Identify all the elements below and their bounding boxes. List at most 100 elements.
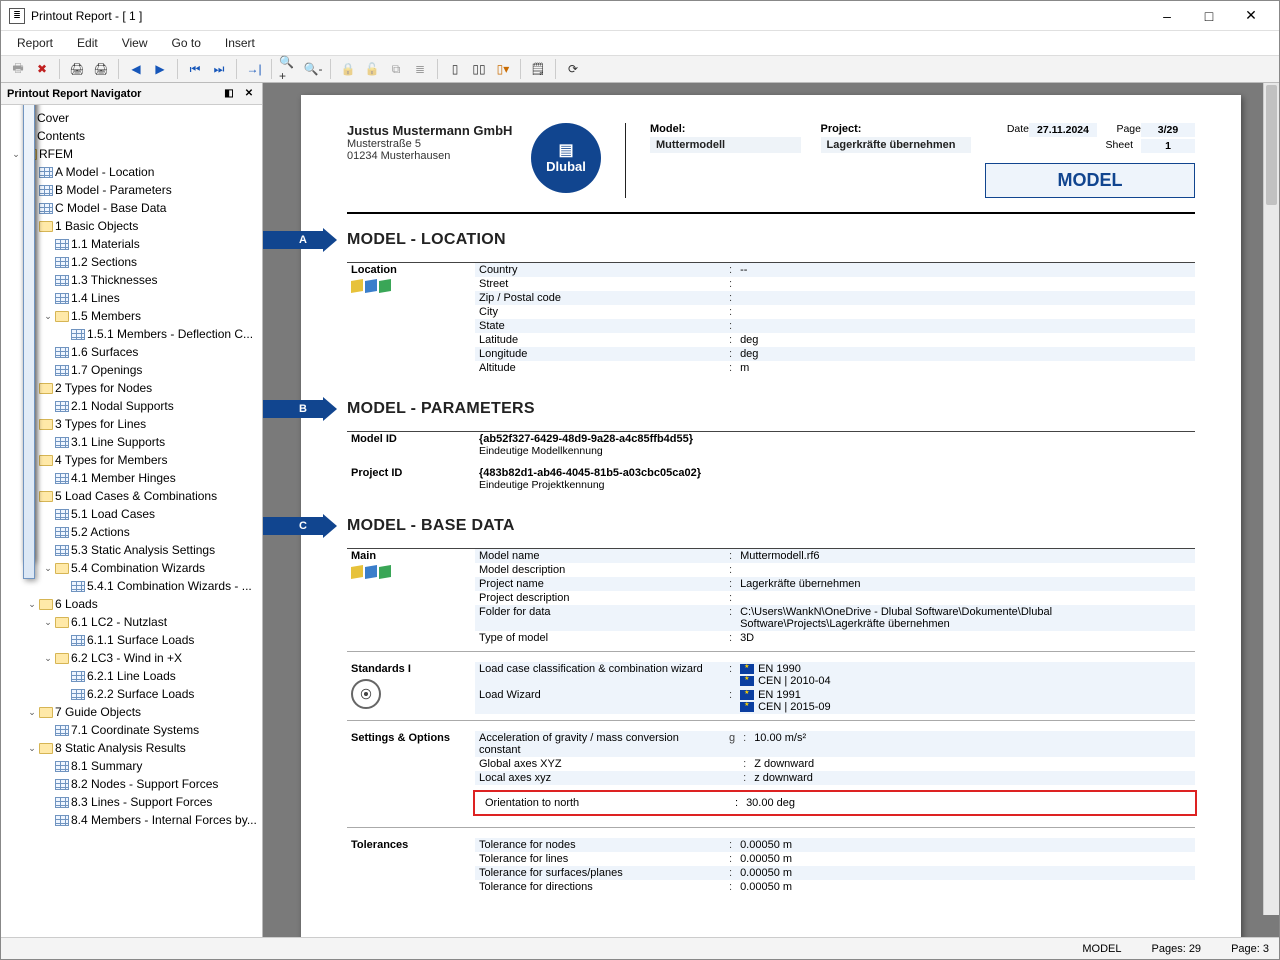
navigator-close-icon[interactable]: ✕ (242, 87, 256, 101)
unlock-icon[interactable]: 🔓 (361, 58, 383, 80)
sheet-label: Sheet (1089, 139, 1133, 153)
project-label: Project: (821, 123, 972, 135)
menu-insert[interactable]: Insert (215, 33, 265, 53)
menu-report[interactable]: Report (7, 33, 63, 53)
nav-first-icon[interactable]: ⏮ (184, 58, 206, 80)
tree-item[interactable]: ⌄5 Load Cases & Combinations (9, 487, 258, 505)
tree-item[interactable]: 1.1 Materials (9, 235, 258, 253)
maximize-button[interactable]: □ (1189, 3, 1229, 29)
tree-item[interactable]: 1.6 Surfaces (9, 343, 258, 361)
menu-goto[interactable]: Go to (162, 33, 211, 53)
tree-item[interactable]: 5.1 Load Cases (9, 505, 258, 523)
nav-prev-icon[interactable]: ◀ (125, 58, 147, 80)
tree-item[interactable]: ⌄5.4 Combination Wizards (9, 559, 258, 577)
tree-item[interactable]: Contents (9, 127, 258, 145)
tree-item[interactable]: 8.1 Summary (9, 757, 258, 775)
cubes-icon (351, 280, 471, 292)
tree-item[interactable]: 6.1.1 Surface Loads (9, 631, 258, 649)
section-a: A MODEL - LOCATION Location Country:-- S… (347, 228, 1195, 375)
tree-item[interactable]: ⌄7 Guide Objects (9, 703, 258, 721)
tree-item[interactable]: Cover (9, 109, 258, 127)
tree-item[interactable]: 8.2 Nodes - Support Forces (9, 775, 258, 793)
menu-view[interactable]: View (112, 33, 158, 53)
list-icon[interactable]: ≣ (409, 58, 431, 80)
print-all-icon[interactable]: 🖨 (90, 58, 112, 80)
printer-icon[interactable]: 🖨 (66, 58, 88, 80)
statusbar: MODEL Pages: 29 Page: 3 (1, 937, 1279, 959)
tree-item[interactable]: 4.1 Member Hinges (9, 469, 258, 487)
note-icon[interactable]: 🗒 (527, 58, 549, 80)
section-c-badge: C (263, 517, 323, 535)
dlubal-logo: ▤ Dlubal (531, 123, 601, 193)
section-a-badge: A (263, 231, 323, 249)
page-a-icon[interactable]: ▯ (444, 58, 466, 80)
tree-item[interactable]: 8.3 Lines - Support Forces (9, 793, 258, 811)
sheet-value: 1 (1141, 139, 1195, 153)
eu-flag-icon (740, 690, 754, 700)
eu-flag-icon (740, 664, 754, 674)
tree-item[interactable]: 5.4.1 Combination Wizards - ... (9, 577, 258, 595)
navigator-dock-icon[interactable]: ◧ (222, 87, 236, 101)
tree-item[interactable]: 1.3 Thicknesses (9, 271, 258, 289)
company-street: Musterstraße 5 (347, 138, 517, 150)
tree-item[interactable]: ⌄1 Basic Objects (9, 217, 258, 235)
menu-edit[interactable]: Edit (67, 33, 108, 53)
close-button[interactable]: ✕ (1231, 3, 1271, 29)
model-value: Muttermodell (650, 137, 801, 153)
section-b: B MODEL - PARAMETERS Model ID {ab52f327-… (347, 397, 1195, 492)
nav-last-icon[interactable]: ⏭ (208, 58, 230, 80)
tree-item[interactable]: 5.3 Static Analysis Settings (9, 541, 258, 559)
eu-flag-icon (740, 676, 754, 686)
page-color-icon[interactable]: ▯▾ (492, 58, 514, 80)
zoom-in-icon[interactable]: 🔍+ (278, 58, 300, 80)
section-c: C MODEL - BASE DATA Main Model name:Mutt… (347, 514, 1195, 894)
tree-item[interactable]: 6.2.2 Surface Loads (9, 685, 258, 703)
section-a-block-label: Location (351, 264, 397, 276)
tree-item[interactable]: ⌄3 Types for Lines (9, 415, 258, 433)
section-c-title: MODEL - BASE DATA (347, 517, 515, 535)
tree-item[interactable]: A Model - Location (9, 163, 258, 181)
company-city: 01234 Musterhausen (347, 150, 517, 162)
nav-next-icon[interactable]: ▶ (149, 58, 171, 80)
tree-item[interactable]: 7.1 Coordinate Systems (9, 721, 258, 739)
tree-item[interactable]: ⌄RFEM (9, 145, 258, 163)
tree-item[interactable]: 1.5.1 Members - Deflection C... (9, 325, 258, 343)
tree-item[interactable]: C Model - Base Data (9, 199, 258, 217)
tree-item[interactable]: 1.2 Sections (9, 253, 258, 271)
tree-item[interactable]: ⌄6 Loads (9, 595, 258, 613)
tree-item[interactable]: 1.4 Lines (9, 289, 258, 307)
vertical-scrollbar[interactable] (1263, 83, 1279, 915)
zoom-out-icon[interactable]: 🔍- (302, 58, 324, 80)
tree-item[interactable]: ⌄8 Static Analysis Results (9, 739, 258, 757)
lock-icon[interactable]: 🔒 (337, 58, 359, 80)
tree-item[interactable]: B Model - Parameters (9, 181, 258, 199)
print-icon[interactable]: 🖶 (7, 58, 29, 80)
group-icon[interactable]: ⧉ (385, 58, 407, 80)
goto-page-icon[interactable]: →| (243, 58, 265, 80)
document-area[interactable]: Justus Mustermann GmbH Musterstraße 5 01… (263, 83, 1279, 937)
titlebar: ≣ Printout Report - [ 1 ] – □ ✕ (1, 1, 1279, 31)
project-id-label: Project ID (347, 466, 475, 492)
tree-item[interactable]: 6.2.1 Line Loads (9, 667, 258, 685)
page-b-icon[interactable]: ▯▯ (468, 58, 490, 80)
navigator-title: Printout Report Navigator (7, 88, 141, 100)
minimize-button[interactable]: – (1147, 3, 1187, 29)
tree-item[interactable]: ⌄6.2 LC3 - Wind in +X (9, 649, 258, 667)
delete-icon[interactable]: ✖ (31, 58, 53, 80)
model-banner: MODEL (985, 163, 1195, 198)
tree-item[interactable]: 2.1 Nodal Supports (9, 397, 258, 415)
tree-item[interactable]: ⌄6.1 LC2 - Nutzlast (9, 613, 258, 631)
tree-item[interactable]: ⌄4 Types for Members (9, 451, 258, 469)
tree-item[interactable]: ⌄1.5 Members (9, 307, 258, 325)
section-b-badge: B (263, 400, 323, 418)
tree-item[interactable]: 5.2 Actions (9, 523, 258, 541)
toolbar: 🖶 ✖ 🖨 🖨 ◀ ▶ ⏮ ⏭ →| 🔍+ 🔍- 🔒 🔓 ⧉ ≣ ▯ ▯▯ ▯▾… (1, 55, 1279, 83)
company-block: Justus Mustermann GmbH Musterstraße 5 01… (347, 123, 517, 198)
window-title: Printout Report - [ 1 ] (31, 9, 1147, 23)
tree-item[interactable]: 1.7 Openings (9, 361, 258, 379)
tree-item[interactable]: 3.1 Line Supports (9, 433, 258, 451)
refresh-icon[interactable]: ⟳ (562, 58, 584, 80)
tree-item[interactable]: 8.4 Members - Internal Forces by... (9, 811, 258, 829)
tree-item[interactable]: ⌄2 Types for Nodes (9, 379, 258, 397)
navigator-tree[interactable]: CoverContents⌄RFEMA Model - LocationB Mo… (1, 105, 262, 937)
